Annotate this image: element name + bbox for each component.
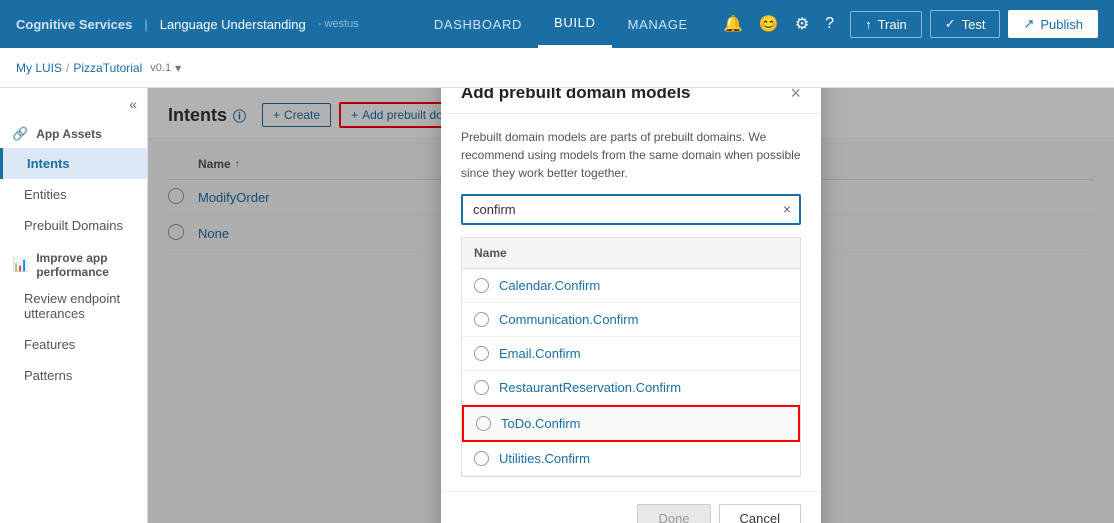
modal-list: Name Calendar.Confirm Communication.Conf… [461, 237, 801, 477]
search-input[interactable] [463, 196, 775, 223]
action-buttons: ↑ Train ✓ Test ↗ Publish [850, 10, 1098, 38]
radio-todo-confirm [476, 416, 491, 431]
modal-header: Add prebuilt domain models × [441, 88, 821, 114]
sub-nav: My LUIS / PizzaTutorial v0.1 ▾ [0, 48, 1114, 88]
sidebar-entities-label: Entities [24, 187, 67, 202]
improve-icon: 📊 [12, 257, 28, 273]
modal-close-button[interactable]: × [790, 88, 801, 102]
nav-tabs: DASHBOARD BUILD MANAGE [418, 0, 704, 48]
sidebar-item-entities[interactable]: Entities [0, 179, 147, 210]
train-label: Train [878, 17, 907, 32]
top-nav: Cognitive Services | Language Understand… [0, 0, 1114, 48]
brand-app: Language Understanding [160, 17, 306, 32]
radio-utilities-confirm [474, 451, 489, 466]
tab-build[interactable]: BUILD [538, 0, 612, 48]
sidebar-item-review[interactable]: Review endpoint utterances [0, 283, 147, 329]
sidebar: « 🔗 App Assets Intents Entities Prebuilt… [0, 88, 148, 523]
content-area: Intents ⓘ + Create + Add prebuilt domain… [148, 88, 1114, 523]
app-assets-icon: 🔗 [12, 126, 28, 142]
cancel-button[interactable]: Cancel [719, 504, 801, 523]
sidebar-app-assets-label: App Assets [36, 127, 102, 141]
nav-icons: 🔔 😊 ⚙ ? [723, 14, 834, 34]
version: v0.1 ▾ [150, 61, 181, 75]
list-item-utilities-confirm[interactable]: Utilities.Confirm [462, 442, 800, 476]
sidebar-patterns-label: Patterns [24, 368, 72, 383]
publish-icon: ↗ [1023, 16, 1034, 32]
item-label-calendar-confirm: Calendar.Confirm [499, 278, 600, 293]
item-label-restaurant-confirm: RestaurantReservation.Confirm [499, 380, 681, 395]
sidebar-prebuilt-label: Prebuilt Domains [24, 218, 123, 233]
notification-icon[interactable]: 🔔 [723, 14, 743, 34]
test-button[interactable]: ✓ Test [930, 10, 1001, 38]
publish-label: Publish [1040, 17, 1083, 32]
modal-body: Prebuilt domain models are parts of preb… [441, 114, 821, 491]
brand-logo: Cognitive Services [16, 17, 132, 32]
publish-button[interactable]: ↗ Publish [1008, 10, 1098, 38]
train-icon: ↑ [865, 17, 872, 32]
clear-search-button[interactable]: × [775, 197, 799, 221]
sidebar-item-intents[interactable]: Intents [0, 148, 147, 179]
version-label: v0.1 [150, 62, 171, 74]
sidebar-item-app-assets: 🔗 App Assets [0, 120, 147, 148]
done-button[interactable]: Done [637, 504, 710, 523]
item-label-utilities-confirm: Utilities.Confirm [499, 451, 590, 466]
list-item-email-confirm[interactable]: Email.Confirm [462, 337, 800, 371]
radio-calendar-confirm [474, 278, 489, 293]
breadcrumb: My LUIS / PizzaTutorial v0.1 ▾ [16, 61, 181, 75]
list-item-calendar-confirm[interactable]: Calendar.Confirm [462, 269, 800, 303]
version-chevron-icon[interactable]: ▾ [175, 61, 181, 75]
list-header-label: Name [474, 246, 507, 260]
modal-list-header: Name [462, 238, 800, 269]
list-item-todo-confirm[interactable]: ToDo.Confirm [462, 405, 800, 442]
collapse-icon[interactable]: « [129, 96, 137, 112]
radio-restaurant-confirm [474, 380, 489, 395]
list-item-restaurant-confirm[interactable]: RestaurantReservation.Confirm [462, 371, 800, 405]
modal-title: Add prebuilt domain models [461, 88, 691, 103]
breadcrumb-app[interactable]: PizzaTutorial [73, 61, 142, 75]
tab-manage[interactable]: MANAGE [612, 0, 704, 48]
list-item-communication-confirm[interactable]: Communication.Confirm [462, 303, 800, 337]
item-label-todo-confirm: ToDo.Confirm [501, 416, 580, 431]
sidebar-collapse: « [0, 88, 147, 120]
tab-dashboard[interactable]: DASHBOARD [418, 0, 538, 48]
item-label-email-confirm: Email.Confirm [499, 346, 581, 361]
modal-overlay: Add prebuilt domain models × Prebuilt do… [148, 88, 1114, 523]
breadcrumb-sep: / [66, 61, 69, 75]
brand-region: - westus [318, 18, 359, 30]
sidebar-intents-label: Intents [27, 156, 70, 171]
item-label-communication-confirm: Communication.Confirm [499, 312, 638, 327]
main-layout: « 🔗 App Assets Intents Entities Prebuilt… [0, 88, 1114, 523]
sidebar-item-patterns[interactable]: Patterns [0, 360, 147, 391]
sidebar-item-improve: 📊 Improve app performance [0, 241, 147, 283]
test-icon: ✓ [945, 16, 956, 32]
brand-separator: | [144, 17, 147, 32]
breadcrumb-home[interactable]: My LUIS [16, 61, 62, 75]
modal-description: Prebuilt domain models are parts of preb… [461, 128, 801, 182]
sidebar-features-label: Features [24, 337, 75, 352]
modal-search: × [461, 194, 801, 225]
train-button[interactable]: ↑ Train [850, 11, 922, 38]
settings-icon[interactable]: ⚙ [795, 14, 809, 34]
sidebar-improve-label: Improve app performance [36, 251, 135, 279]
sidebar-item-prebuilt-domains[interactable]: Prebuilt Domains [0, 210, 147, 241]
brand: Cognitive Services | Language Understand… [16, 17, 359, 32]
sidebar-review-label: Review endpoint utterances [24, 291, 135, 321]
modal-footer: Done Cancel [441, 491, 821, 523]
radio-communication-confirm [474, 312, 489, 327]
radio-email-confirm [474, 346, 489, 361]
help-icon[interactable]: ? [825, 15, 834, 33]
modal-dialog: Add prebuilt domain models × Prebuilt do… [441, 88, 821, 523]
sidebar-item-features[interactable]: Features [0, 329, 147, 360]
smiley-icon[interactable]: 😊 [759, 14, 779, 34]
test-label: Test [962, 17, 986, 32]
